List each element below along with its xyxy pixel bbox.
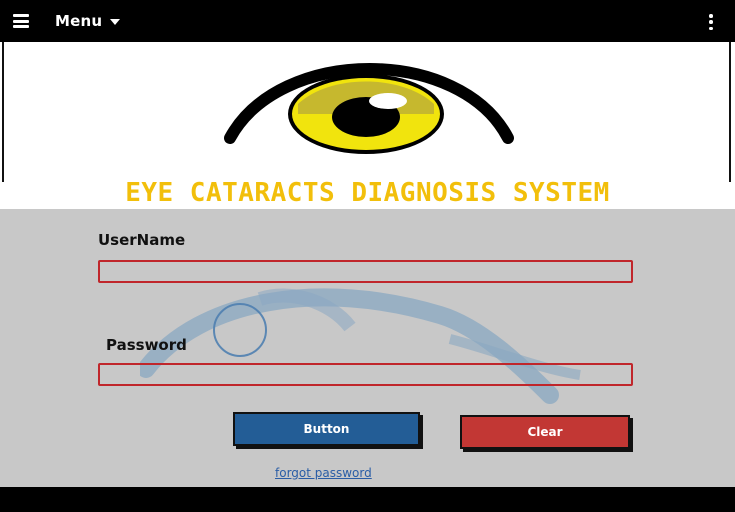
eye-watermark-icon bbox=[140, 288, 581, 404]
submit-button[interactable]: Button bbox=[233, 412, 420, 446]
login-form-panel: UserName Password Button Clear forgot pa… bbox=[0, 209, 735, 487]
clear-button[interactable]: Clear bbox=[460, 415, 630, 449]
page-title-text: EYE CATARACTS DIAGNOSIS SYSTEM bbox=[125, 178, 610, 211]
hamburger-menu-icon[interactable] bbox=[13, 14, 29, 28]
bottom-bar bbox=[0, 487, 735, 512]
eye-logo-icon bbox=[224, 63, 514, 154]
password-label: Password bbox=[106, 336, 187, 354]
menu-label: Menu bbox=[55, 12, 103, 30]
kebab-menu-icon[interactable] bbox=[707, 14, 715, 30]
username-input[interactable] bbox=[98, 260, 633, 283]
username-label: UserName bbox=[98, 231, 186, 249]
password-input[interactable] bbox=[98, 363, 633, 386]
forgot-password-link[interactable]: forgot password bbox=[275, 466, 372, 480]
caret-down-icon bbox=[110, 19, 121, 25]
banner-left-border bbox=[2, 42, 4, 182]
top-app-bar: Menu bbox=[0, 0, 735, 42]
page-title: EYE CATARACTS DIAGNOSIS SYSTEM bbox=[0, 176, 735, 211]
logo-banner bbox=[0, 42, 735, 182]
menu-dropdown-button[interactable]: Menu bbox=[55, 10, 121, 32]
banner-right-border bbox=[729, 42, 731, 182]
